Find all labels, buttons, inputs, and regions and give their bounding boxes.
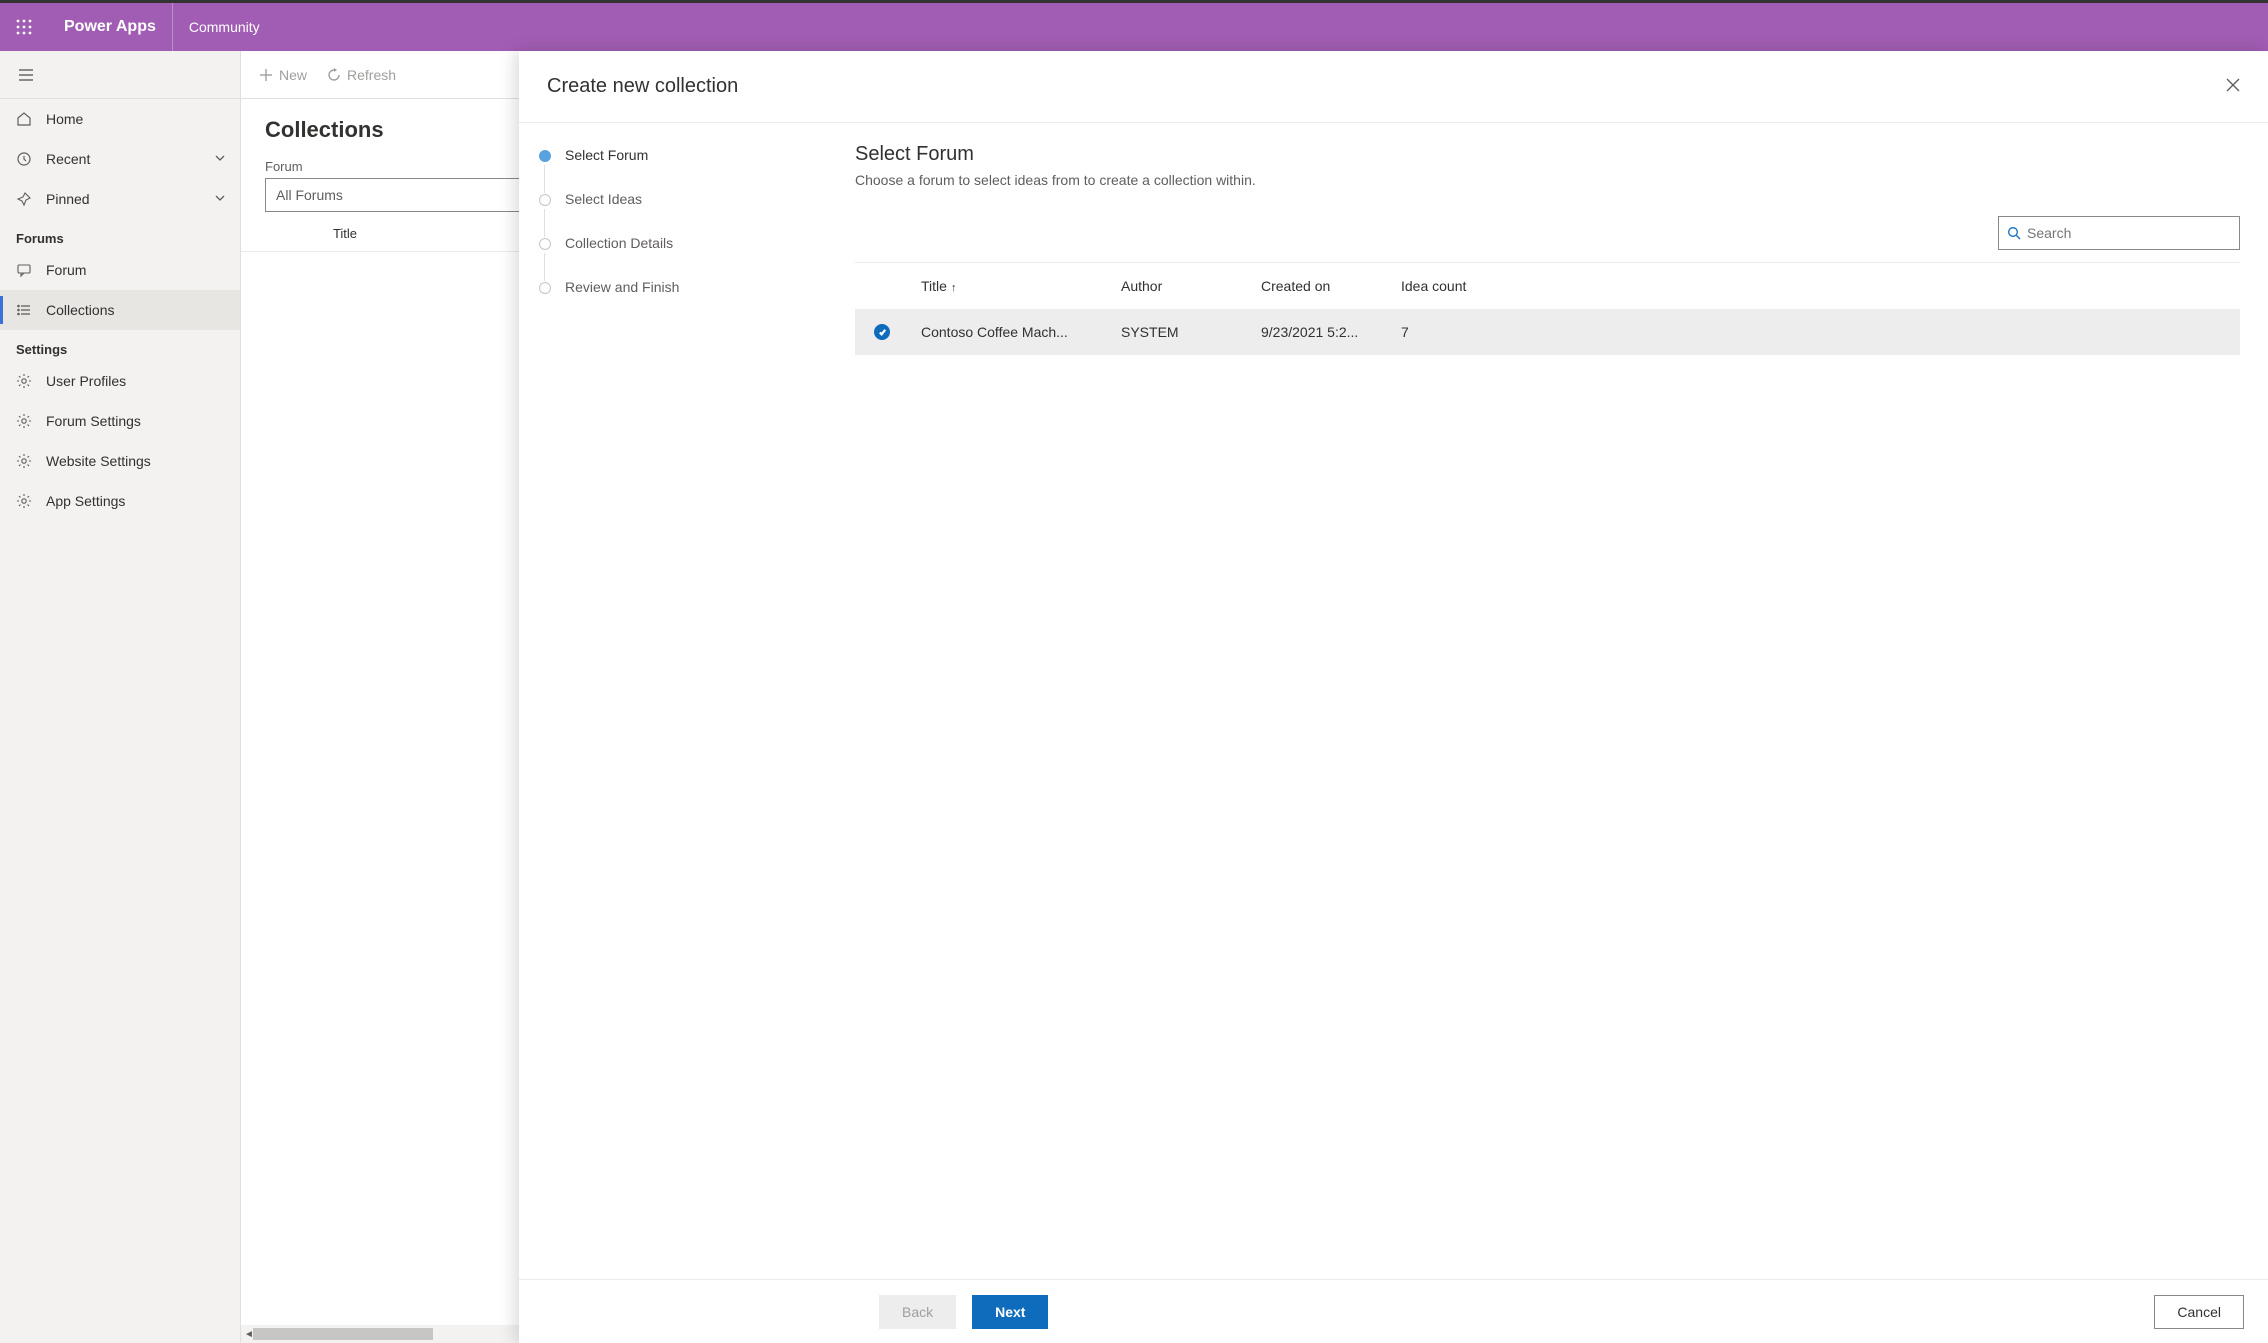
gear-icon (14, 373, 34, 389)
nav-app-settings[interactable]: App Settings (0, 481, 240, 521)
row-select-cell[interactable] (855, 324, 909, 340)
panel-header: Create new collection (519, 51, 2268, 123)
step-review-finish[interactable]: Review and Finish (535, 279, 839, 323)
nav-forum-settings[interactable]: Forum Settings (0, 401, 240, 441)
nav-collections-label: Collections (46, 302, 114, 318)
app-launcher-button[interactable] (0, 3, 48, 51)
grid-col-title[interactable]: Title (265, 226, 425, 241)
col-created[interactable]: Created on (1249, 278, 1389, 294)
grid-header: Title↑ Author Created on Idea count (855, 263, 2240, 309)
next-button[interactable]: Next (972, 1295, 1048, 1329)
nav-user-profiles[interactable]: User Profiles (0, 361, 240, 401)
gear-icon (14, 413, 34, 429)
content-area: New Refresh Collections Forum All Forums… (241, 51, 2268, 1343)
step-label: Select Forum (565, 147, 648, 191)
wizard-steps: Select Forum Select Ideas Collection Det… (519, 123, 855, 1279)
scroll-thumb[interactable] (253, 1328, 433, 1340)
create-collection-panel: Create new collection Select Forum Selec… (519, 51, 2268, 1343)
panel-title: Create new collection (547, 75, 738, 98)
col-title[interactable]: Title↑ (909, 278, 1109, 294)
search-row (855, 216, 2240, 250)
col-idea-count[interactable]: Idea count (1389, 278, 1509, 294)
col-author[interactable]: Author (1109, 278, 1249, 294)
nav-home[interactable]: Home (0, 99, 240, 139)
back-button[interactable]: Back (879, 1295, 956, 1329)
nav-website-settings[interactable]: Website Settings (0, 441, 240, 481)
row-count: 7 (1389, 324, 1509, 340)
nav-user-profiles-label: User Profiles (46, 373, 126, 389)
area-name[interactable]: Community (173, 19, 276, 35)
panel-close-button[interactable] (2226, 78, 2240, 95)
nav-app-settings-label: App Settings (46, 493, 125, 509)
wizard-subheading: Choose a forum to select ideas from to c… (855, 172, 2240, 188)
pin-icon (14, 191, 34, 207)
wizard-content: Select Forum Choose a forum to select id… (855, 123, 2268, 1279)
nav-section-settings: Settings (0, 330, 240, 361)
nav-collapse-button[interactable] (0, 51, 240, 99)
nav-forum-settings-label: Forum Settings (46, 413, 141, 429)
step-label: Review and Finish (565, 279, 679, 323)
step-dot-icon (539, 194, 551, 206)
chevron-down-icon (214, 191, 226, 207)
hamburger-icon (18, 67, 34, 83)
step-dot-icon (539, 150, 551, 162)
step-select-forum[interactable]: Select Forum (535, 147, 839, 191)
grid-row[interactable]: Contoso Coffee Mach... SYSTEM 9/23/2021 … (855, 309, 2240, 355)
nav-pinned[interactable]: Pinned (0, 179, 240, 219)
panel-footer: Back Next Cancel (519, 1279, 2268, 1343)
new-button[interactable]: New (259, 67, 307, 83)
forum-filter-value: All Forums (276, 187, 343, 203)
row-title: Contoso Coffee Mach... (909, 324, 1109, 340)
step-dot-icon (539, 282, 551, 294)
search-box[interactable] (1998, 216, 2240, 250)
nav-forum-label: Forum (46, 262, 86, 278)
checkmark-icon (874, 324, 890, 340)
plus-icon (259, 68, 273, 82)
cancel-button[interactable]: Cancel (2154, 1295, 2244, 1329)
nav-home-label: Home (46, 111, 83, 127)
home-icon (14, 111, 34, 127)
waffle-icon (16, 19, 32, 35)
sort-asc-icon: ↑ (951, 282, 957, 294)
product-name[interactable]: Power Apps (48, 3, 173, 51)
close-icon (2226, 78, 2240, 92)
gear-icon (14, 453, 34, 469)
step-label: Select Ideas (565, 191, 642, 235)
step-collection-details[interactable]: Collection Details (535, 235, 839, 279)
step-select-ideas[interactable]: Select Ideas (535, 191, 839, 235)
nav-forum[interactable]: Forum (0, 250, 240, 290)
refresh-icon (327, 68, 341, 82)
step-label: Collection Details (565, 235, 673, 279)
chevron-down-icon (214, 151, 226, 167)
gear-icon (14, 493, 34, 509)
search-input[interactable] (2027, 225, 2231, 241)
search-icon (2007, 226, 2021, 240)
nav-recent-label: Recent (46, 151, 90, 167)
nav-website-settings-label: Website Settings (46, 453, 151, 469)
panel-body: Select Forum Select Ideas Collection Det… (519, 123, 2268, 1279)
wizard-heading: Select Forum (855, 143, 2240, 166)
nav-collections[interactable]: Collections (0, 290, 240, 330)
row-created: 9/23/2021 5:2... (1249, 324, 1389, 340)
refresh-button[interactable]: Refresh (327, 67, 396, 83)
nav-pinned-label: Pinned (46, 191, 90, 207)
refresh-button-label: Refresh (347, 67, 396, 83)
new-button-label: New (279, 67, 307, 83)
list-icon (14, 302, 34, 318)
nav-section-forums: Forums (0, 219, 240, 250)
chat-icon (14, 262, 34, 278)
step-dot-icon (539, 238, 551, 250)
global-header: Power Apps Community (0, 3, 2268, 51)
forum-grid: Title↑ Author Created on Idea count Cont… (855, 262, 2240, 355)
site-nav: Home Recent Pinned Forums Forum Collecti… (0, 51, 241, 1343)
nav-recent[interactable]: Recent (0, 139, 240, 179)
row-author: SYSTEM (1109, 324, 1249, 340)
clock-icon (14, 151, 34, 167)
main-layout: Home Recent Pinned Forums Forum Collecti… (0, 51, 2268, 1343)
